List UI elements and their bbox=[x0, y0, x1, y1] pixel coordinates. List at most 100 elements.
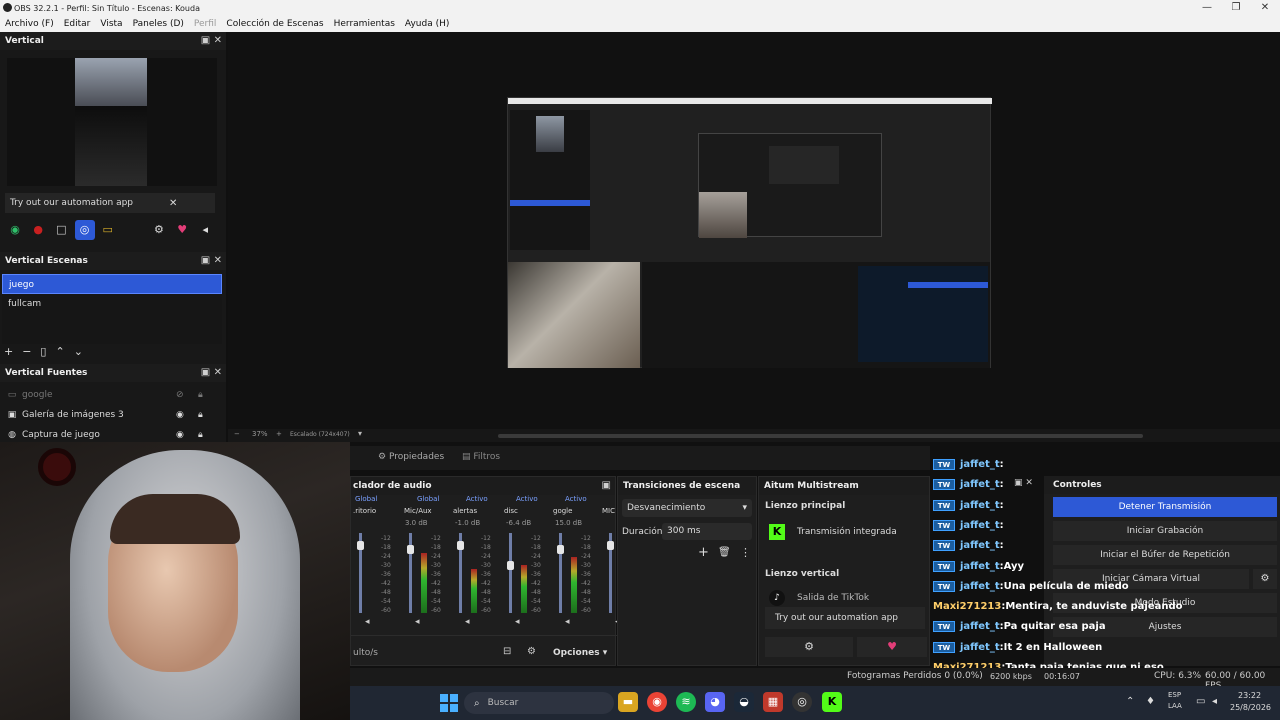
app-red-icon[interactable]: ▦ bbox=[763, 692, 783, 712]
chat-badge-icon: TW bbox=[933, 560, 955, 572]
fader-knob[interactable] bbox=[557, 545, 564, 554]
heart-icon[interactable]: ♥ bbox=[172, 220, 192, 240]
virtualcam-gear-icon[interactable]: ⚙ bbox=[1253, 569, 1277, 589]
spotify-icon[interactable]: ≋ bbox=[676, 692, 696, 712]
chat-username: jaffet_t bbox=[960, 580, 1000, 592]
taskbar-clock[interactable]: 23:22 bbox=[1238, 691, 1261, 700]
mute-icon[interactable]: ◂ bbox=[565, 617, 570, 627]
vertical-sources-dock: Vertical Fuentes ▣ ✕ ▭ google ⊘ 🔒︎ ▣ Galería … bbox=[0, 364, 226, 442]
automation-close-icon[interactable]: ✕ bbox=[169, 198, 177, 209]
mute-icon[interactable]: ◂ bbox=[365, 617, 370, 627]
start-recording-button[interactable]: Iniciar Grabación bbox=[1053, 521, 1277, 541]
language-indicator-sub[interactable]: LAA bbox=[1168, 702, 1182, 710]
source-item[interactable]: ▭ google ⊘ 🔒︎ bbox=[2, 385, 214, 405]
dock-float-close-icons[interactable]: ▣ ✕ bbox=[201, 367, 222, 378]
chat-separator: : bbox=[999, 499, 1004, 511]
menu-coleccion-escenas[interactable]: Colección de Escenas bbox=[226, 19, 323, 29]
scene-toolbar[interactable]: +−▯⌃⌄ bbox=[4, 345, 92, 358]
chat-dock-float-close-icons[interactable]: ▣ ✕ bbox=[1014, 478, 1033, 488]
fader-knob[interactable] bbox=[457, 541, 464, 550]
menu-ayuda[interactable]: Ayuda (H) bbox=[405, 19, 449, 29]
duration-input[interactable]: 300 ms bbox=[662, 523, 752, 540]
eye-hidden-icon[interactable]: ⊘ bbox=[176, 390, 184, 400]
menu-paneles[interactable]: Paneles (D) bbox=[133, 19, 184, 29]
more-icon[interactable]: ⋮ bbox=[740, 546, 751, 559]
preview-scrollbar[interactable] bbox=[498, 434, 1143, 438]
menu-editar[interactable]: Editar bbox=[64, 19, 91, 29]
scene-item[interactable]: juego bbox=[2, 274, 222, 294]
language-indicator[interactable]: ESP bbox=[1168, 691, 1181, 699]
stop-icon[interactable]: □ bbox=[51, 220, 71, 240]
menu-perfil[interactable]: Perfil bbox=[194, 19, 217, 29]
menu-archivo[interactable]: Archivo (F) bbox=[5, 19, 54, 29]
maximize-button[interactable]: ❐ bbox=[1221, 0, 1251, 16]
taskbar-search[interactable]: ⌕ Buscar bbox=[464, 692, 614, 714]
lock-icon[interactable]: 🔒︎ bbox=[198, 390, 203, 400]
obs-taskbar-icon[interactable]: ◎ bbox=[792, 692, 812, 712]
properties-button[interactable]: ⚙ Propiedades bbox=[378, 452, 444, 462]
discord-icon[interactable]: ◕ bbox=[705, 692, 725, 712]
cpu-usage: CPU: 6.3% bbox=[1154, 671, 1202, 681]
chevron-down-icon[interactable]: ▾ bbox=[358, 429, 362, 438]
fader-knob[interactable] bbox=[507, 561, 514, 570]
microphone-icon[interactable]: ♦ bbox=[1146, 696, 1155, 707]
close-button[interactable]: ✕ bbox=[1250, 0, 1280, 16]
channel-fader[interactable] bbox=[509, 533, 512, 613]
chrome-icon[interactable]: ◉ bbox=[647, 692, 667, 712]
multistream-heart-button[interactable]: ♥ bbox=[857, 637, 927, 657]
dock-float-icon[interactable]: ▣ bbox=[602, 480, 611, 491]
scene-item[interactable]: fullcam bbox=[2, 294, 222, 314]
add-transition-icon[interactable]: + bbox=[698, 545, 709, 560]
transition-select[interactable]: Desvanecimiento ▾ bbox=[622, 499, 752, 517]
fader-knob[interactable] bbox=[607, 541, 614, 550]
transition-select-value: Desvanecimiento bbox=[627, 503, 706, 513]
mixer-footer: ulto/s ⊟ ⚙ Opciones ▾ bbox=[351, 635, 617, 667]
zoom-plus[interactable]: + bbox=[276, 430, 282, 438]
channel-name: .ritorio bbox=[353, 507, 377, 515]
menu-vista[interactable]: Vista bbox=[100, 19, 122, 29]
zoom-minus[interactable]: − bbox=[234, 430, 240, 438]
gear-icon[interactable]: ⚙ bbox=[149, 220, 169, 240]
kick-taskbar-icon[interactable]: K bbox=[822, 692, 842, 712]
dock-float-close-icons[interactable]: ▣ ✕ bbox=[201, 255, 222, 266]
multistream-gear-button[interactable]: ⚙ bbox=[765, 637, 853, 657]
source-item[interactable]: ▣ Galería de imágenes 3 ◉ 🔒︎ bbox=[2, 405, 214, 425]
filters-button[interactable]: ▤ Filtros bbox=[462, 452, 500, 462]
tray-chevron-icon[interactable]: ⌃ bbox=[1126, 696, 1134, 707]
minimize-button[interactable]: — bbox=[1192, 0, 1222, 16]
mixer-layout-icon[interactable]: ⊟ bbox=[503, 646, 511, 657]
windows-start-icon[interactable] bbox=[440, 694, 458, 712]
fader-knob[interactable] bbox=[357, 541, 364, 550]
multistream-automation-text: Try out our automation app bbox=[775, 613, 899, 623]
replay-buffer-button[interactable]: Iniciar el Búfer de Repetición bbox=[1053, 545, 1277, 565]
eye-icon[interactable]: ◉ bbox=[176, 410, 184, 420]
mute-icon[interactable]: ◂ bbox=[465, 617, 470, 627]
eye-icon[interactable]: ◉ bbox=[176, 430, 184, 440]
taskbar-date[interactable]: 25/8/2026 bbox=[1230, 703, 1271, 712]
volume-icon[interactable]: ◂ bbox=[1212, 696, 1217, 707]
mute-icon[interactable]: ◂ bbox=[415, 617, 420, 627]
chat-message: TW jaffet_t : Ayy bbox=[933, 560, 1024, 572]
fader-knob[interactable] bbox=[407, 545, 414, 554]
mute-icon[interactable]: ◂ bbox=[515, 617, 520, 627]
lock-icon[interactable]: 🔒︎ bbox=[198, 430, 203, 440]
trash-icon[interactable]: 🗑︎ bbox=[718, 547, 731, 558]
menu-herramientas[interactable]: Herramientas bbox=[334, 19, 395, 29]
mixer-options-button[interactable]: Opciones ▾ bbox=[553, 648, 607, 658]
gear-icon: ⚙ bbox=[804, 640, 814, 653]
network-icon[interactable]: ▭ bbox=[1196, 696, 1205, 707]
virtualcam-icon[interactable]: ◎ bbox=[74, 220, 95, 240]
dock-float-close-icons[interactable]: ▣ ✕ bbox=[201, 35, 222, 46]
mixer-gear-icon[interactable]: ⚙ bbox=[527, 646, 536, 657]
game-capture-icon: ◍ bbox=[8, 430, 16, 440]
record-icon[interactable]: ● bbox=[28, 220, 48, 240]
automation-text: Try out our automation app bbox=[10, 198, 134, 208]
stop-streaming-button[interactable]: Detener Transmisión bbox=[1053, 497, 1277, 517]
file-explorer-icon[interactable]: ▬ bbox=[618, 692, 638, 712]
lock-icon[interactable]: 🔒︎ bbox=[198, 410, 203, 420]
steam-icon[interactable]: ◒ bbox=[734, 692, 754, 712]
speaker-icon[interactable]: ◂ bbox=[195, 220, 215, 240]
meter-scale-label: -60 bbox=[481, 607, 491, 614]
replay-icon[interactable]: ▭ bbox=[98, 220, 118, 240]
stream-icon[interactable]: ◉ bbox=[5, 220, 25, 240]
